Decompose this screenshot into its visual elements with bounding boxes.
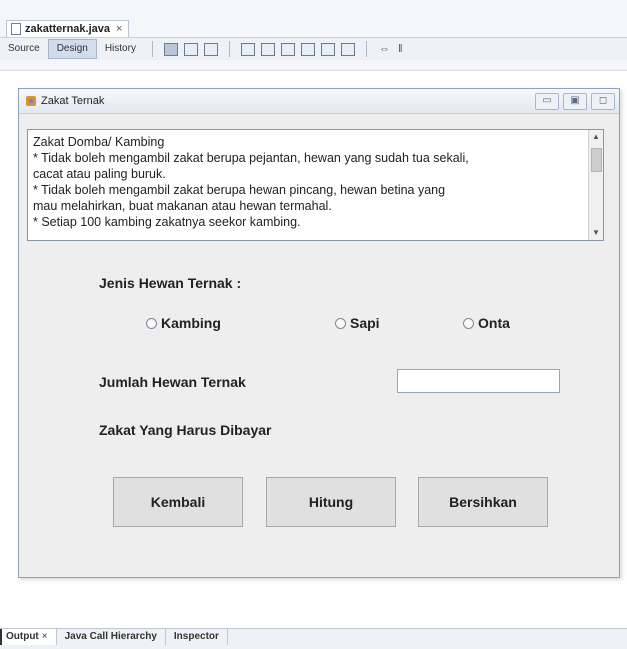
tab-output-label: Output bbox=[6, 631, 39, 642]
radio-sapi-label: Sapi bbox=[350, 315, 380, 331]
align-bottom-icon[interactable] bbox=[320, 42, 335, 56]
tab-inspector[interactable]: Inspector bbox=[166, 629, 228, 645]
radio-onta[interactable]: Onta bbox=[463, 315, 510, 331]
close-icon[interactable]: × bbox=[116, 21, 122, 37]
file-tab-label: zakatternak.java bbox=[25, 23, 110, 35]
vertical-scrollbar[interactable]: ▲ ▼ bbox=[588, 130, 603, 240]
java-file-icon bbox=[11, 23, 21, 35]
form-titlebar: Zakat Ternak ▭ ▣ ◻ bbox=[19, 89, 619, 114]
align-left-icon[interactable] bbox=[240, 42, 255, 56]
scroll-thumb[interactable] bbox=[591, 148, 602, 172]
toolbar-divider bbox=[365, 41, 367, 57]
jumlah-hewan-label: Jumlah Hewan Ternak bbox=[99, 374, 246, 390]
align-right-icon[interactable] bbox=[260, 42, 275, 56]
align-top-icon[interactable] bbox=[300, 42, 315, 56]
editor-file-tab[interactable]: zakatternak.java × bbox=[6, 20, 130, 37]
close-icon[interactable]: × bbox=[42, 631, 48, 642]
design-view-button[interactable]: Design bbox=[47, 39, 97, 59]
java-app-icon bbox=[26, 96, 36, 106]
editor-toolbar: Source Design History ⇔ ‖ bbox=[0, 37, 627, 60]
minimize-button[interactable]: ▭ bbox=[535, 93, 559, 110]
radio-kambing-label: Kambing bbox=[161, 315, 221, 331]
preview-design-icon[interactable] bbox=[203, 42, 218, 56]
info-line: * Setiap 100 kambing zakatnya seekor kam… bbox=[33, 215, 301, 229]
info-text: Zakat Domba/ Kambing * Tidak boleh menga… bbox=[33, 134, 585, 230]
info-line: cacat atau paling buruk. bbox=[33, 167, 166, 181]
window-controls: ▭ ▣ ◻ bbox=[535, 93, 615, 110]
tab-java-call-hierarchy[interactable]: Java Call Hierarchy bbox=[57, 629, 166, 645]
form-title: Zakat Ternak bbox=[41, 95, 105, 107]
toolbar-divider bbox=[228, 41, 230, 57]
radio-sapi[interactable]: Sapi bbox=[335, 315, 380, 331]
radio-circle-icon[interactable] bbox=[146, 317, 157, 329]
jumlah-hewan-input[interactable] bbox=[397, 369, 560, 393]
close-button[interactable]: ◻ bbox=[591, 93, 615, 110]
info-text-area[interactable]: Zakat Domba/ Kambing * Tidak boleh menga… bbox=[27, 129, 604, 241]
form-designer-window: Zakat Ternak ▭ ▣ ◻ Zakat Domba/ Kambing … bbox=[18, 88, 620, 578]
maximize-button[interactable]: ▣ bbox=[563, 93, 587, 110]
vertical-resize-icon[interactable]: ‖ bbox=[398, 43, 403, 55]
jenis-hewan-label: Jenis Hewan Ternak : bbox=[99, 275, 242, 291]
output-panel-tabs: Output × Java Call Hierarchy Inspector bbox=[0, 628, 627, 649]
scroll-down-icon[interactable]: ▼ bbox=[589, 226, 603, 240]
selection-mode-icon[interactable] bbox=[163, 42, 178, 56]
info-line: Zakat Domba/ Kambing bbox=[33, 135, 165, 149]
source-view-button[interactable]: Source bbox=[0, 40, 48, 58]
hitung-button[interactable]: Hitung bbox=[266, 477, 396, 527]
info-line: mau melahirkan, buat makanan atau hewan … bbox=[33, 199, 332, 213]
center-vertically-icon[interactable] bbox=[340, 42, 355, 56]
radio-kambing[interactable]: Kambing bbox=[146, 315, 221, 331]
center-horizontally-icon[interactable] bbox=[280, 42, 295, 56]
info-line: * Tidak boleh mengambil zakat berupa hew… bbox=[33, 183, 446, 197]
history-view-button[interactable]: History bbox=[97, 40, 144, 58]
connection-mode-icon[interactable] bbox=[183, 42, 198, 56]
horizontal-resize-icon[interactable]: ⇔ bbox=[379, 43, 390, 55]
editor-header: zakatternak.java × Source Design History… bbox=[0, 0, 627, 71]
toolbar-divider bbox=[151, 41, 153, 57]
radio-onta-label: Onta bbox=[478, 315, 510, 331]
radio-circle-icon[interactable] bbox=[335, 317, 346, 329]
kembali-button[interactable]: Kembali bbox=[113, 477, 243, 527]
bersihkan-button[interactable]: Bersihkan bbox=[418, 477, 548, 527]
zakat-dibayar-label: Zakat Yang Harus Dibayar bbox=[99, 422, 272, 438]
radio-circle-icon[interactable] bbox=[463, 317, 474, 329]
tab-output[interactable]: Output × bbox=[0, 629, 57, 645]
scroll-up-icon[interactable]: ▲ bbox=[589, 130, 603, 144]
info-line: * Tidak boleh mengambil zakat berupa pej… bbox=[33, 151, 469, 165]
